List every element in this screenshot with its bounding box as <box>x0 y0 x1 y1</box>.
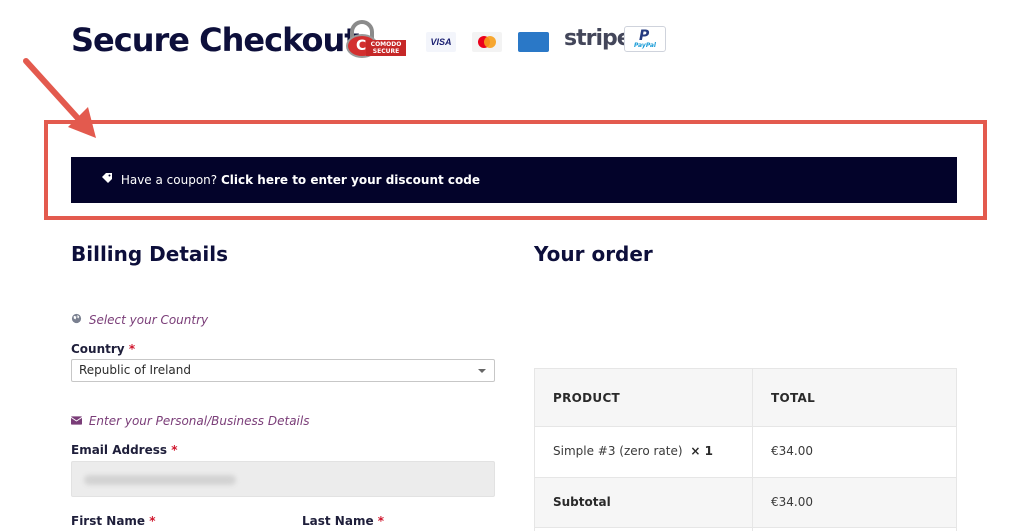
required-marker: * <box>171 443 178 457</box>
subtotal-row: Subtotal €34.00 <box>535 478 956 528</box>
order-table: PRODUCT TOTAL Simple #3 (zero rate) × 1 … <box>534 368 957 531</box>
last-name-label-text: Last Name <box>302 514 374 528</box>
email-label: Email Address * <box>71 443 177 457</box>
last-name-label: Last Name * <box>302 514 384 528</box>
enter-discount-code-link[interactable]: Click here to enter your discount code <box>221 173 480 187</box>
email-field[interactable] <box>71 461 495 497</box>
mastercard-yellow-circle <box>484 36 496 48</box>
product-total: €34.00 <box>771 444 813 458</box>
table-header-row: PRODUCT TOTAL <box>535 369 956 427</box>
billing-details-heading: Billing Details <box>71 242 229 266</box>
subtotal-value: €34.00 <box>771 495 813 509</box>
column-divider <box>752 369 753 531</box>
coupon-bar: Have a coupon? Click here to enter your … <box>71 157 957 203</box>
tag-icon <box>101 157 115 203</box>
coupon-prefix: Have a coupon? <box>120 173 221 187</box>
amex-card-icon <box>518 32 549 52</box>
page-title: Secure Checkout <box>71 21 360 59</box>
stripe-logo: stripe <box>564 26 632 51</box>
redacted-email-value <box>84 475 236 485</box>
product-quantity: × 1 <box>690 444 713 458</box>
globe-icon <box>71 313 85 327</box>
first-name-label: First Name * <box>71 514 156 528</box>
visa-card-icon: VISA <box>426 32 456 52</box>
envelope-icon <box>70 414 85 428</box>
select-country-hint: Select your Country <box>71 313 208 327</box>
column-header-product: PRODUCT <box>553 391 621 405</box>
comodo-secure-badge: C COMODO SECURE <box>346 20 406 58</box>
required-marker: * <box>128 342 136 356</box>
country-label-text: Country <box>71 342 125 356</box>
select-country-hint-text: Select your Country <box>88 313 209 327</box>
product-name-text: Simple #3 (zero rate) <box>553 444 683 458</box>
mastercard-icon <box>472 32 502 52</box>
required-marker: * <box>149 514 156 528</box>
subtotal-label: Subtotal <box>553 495 611 509</box>
comodo-label: COMODO SECURE <box>366 40 406 56</box>
comodo-letter: C <box>356 38 367 54</box>
personal-details-hint: Enter your Personal/Business Details <box>70 414 310 428</box>
email-label-text: Email Address <box>71 443 168 457</box>
required-marker: * <box>377 514 385 528</box>
personal-details-hint-text: Enter your Personal/Business Details <box>88 414 310 428</box>
table-row: Simple #3 (zero rate) × 1 €34.00 <box>535 427 956 478</box>
country-select-value: Republic of Ireland <box>79 363 191 377</box>
country-select[interactable]: Republic of Ireland <box>71 359 495 382</box>
country-label: Country * <box>71 342 135 356</box>
paypal-label: PayPal <box>634 42 656 49</box>
first-name-label-text: First Name <box>71 514 146 528</box>
chevron-down-icon <box>478 369 486 373</box>
paypal-logo: P PayPal <box>624 26 666 52</box>
product-name: Simple #3 (zero rate) × 1 <box>553 444 713 458</box>
your-order-heading: Your order <box>534 242 653 266</box>
column-header-total: TOTAL <box>771 391 816 405</box>
